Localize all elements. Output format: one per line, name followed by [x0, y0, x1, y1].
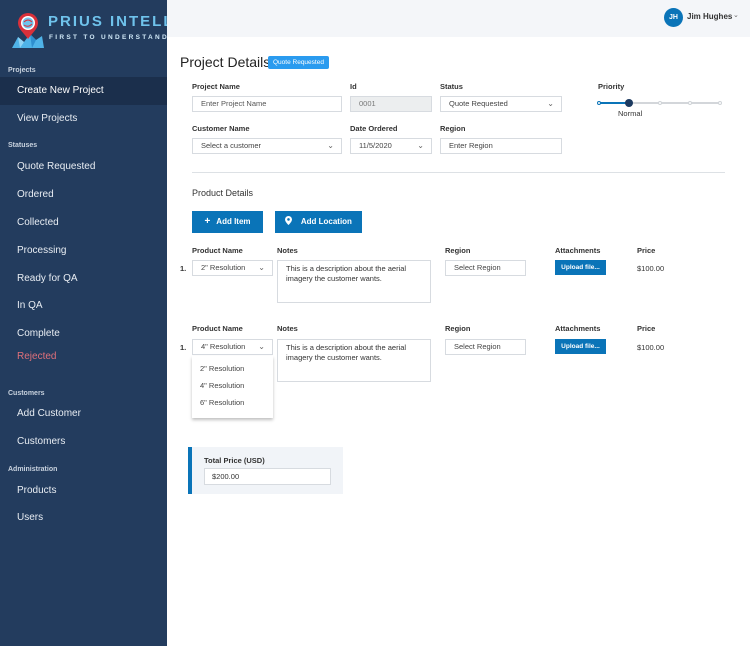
total-price-field: $200.00	[204, 468, 331, 485]
item-number: 1.	[180, 264, 187, 273]
section-label-projects: Projects	[8, 67, 36, 74]
col-notes: Notes	[277, 324, 298, 333]
chevron-down-icon: ⌄	[258, 263, 265, 272]
dropdown-option[interactable]: 4" Resolution	[200, 381, 244, 390]
product-details-heading: Product Details	[192, 188, 254, 198]
item-price: $100.00	[637, 343, 665, 352]
upload-file-button[interactable]: Upload file...	[555, 260, 606, 275]
sidebar-item-ready-for-qa[interactable]: Ready for QA	[0, 265, 167, 293]
section-label-administration: Administration	[8, 466, 58, 473]
region-label: Region	[440, 124, 466, 133]
brand-logo[interactable]: PRIUS INTELLI FIRST TO UNDERSTAND	[10, 10, 179, 50]
sidebar-item-rejected[interactable]: Rejected	[0, 343, 167, 371]
priority-value: Normal	[618, 109, 643, 118]
sidebar-item-quote-requested[interactable]: Quote Requested	[0, 153, 167, 181]
chevron-down-icon[interactable]: ⌄	[733, 11, 739, 19]
customer-name-label: Customer Name	[192, 124, 250, 133]
product-select-value: 2" Resolution	[201, 263, 246, 272]
add-location-button[interactable]: Add Location	[275, 211, 362, 233]
col-product-name: Product Name	[192, 324, 243, 333]
sidebar-item-view-projects[interactable]: View Projects	[0, 105, 167, 133]
date-ordered-value: 11/5/2020	[359, 141, 392, 150]
notes-textarea[interactable]: This is a description about the aerial i…	[277, 339, 431, 382]
item-number: 1.	[180, 343, 187, 352]
col-notes: Notes	[277, 246, 298, 255]
id-label: Id	[350, 82, 357, 91]
sidebar-item-collected[interactable]: Collected	[0, 209, 167, 237]
divider	[192, 172, 725, 173]
region-select[interactable]: Select Region	[445, 260, 526, 276]
total-price-label: Total Price (USD)	[204, 456, 265, 465]
add-item-button[interactable]: + Add Item	[192, 211, 263, 233]
col-price: Price	[637, 324, 656, 333]
chevron-down-icon: ⌄	[327, 141, 334, 150]
dropdown-option[interactable]: 2" Resolution	[200, 364, 244, 373]
add-location-label: Add Location	[300, 217, 352, 226]
customer-select[interactable]: Select a customer ⌄	[192, 138, 342, 154]
chevron-down-icon: ⌄	[547, 99, 554, 108]
col-product-name: Product Name	[192, 246, 243, 255]
sidebar-item-in-qa[interactable]: In QA	[0, 292, 167, 320]
top-bar: JH Jim Hughes ⌄	[167, 0, 750, 37]
id-field: 0001	[350, 96, 432, 112]
date-ordered-picker[interactable]: 11/5/2020 ⌄	[350, 138, 432, 154]
priority-label: Priority	[598, 82, 625, 91]
upload-file-button[interactable]: Upload file...	[555, 339, 606, 354]
item-price: $100.00	[637, 264, 665, 273]
col-attachments: Attachments	[555, 246, 601, 255]
slider-thumb[interactable]	[625, 99, 634, 107]
brand-title: PRIUS INTELLI	[48, 13, 181, 30]
sidebar-item-create-new-project[interactable]: Create New Project	[0, 77, 167, 105]
product-select-value: 4" Resolution	[201, 342, 246, 351]
status-select-value: Quote Requested	[449, 99, 508, 108]
project-name-label: Project Name	[192, 82, 240, 91]
brand-tagline: FIRST TO UNDERSTAND	[49, 34, 170, 41]
notes-textarea[interactable]: This is a description about the aerial i…	[277, 260, 431, 303]
sidebar-item-customers[interactable]: Customers	[0, 428, 167, 456]
col-price: Price	[637, 246, 656, 255]
add-item-label: Add Item	[216, 217, 251, 226]
product-select[interactable]: 4" Resolution ⌄	[192, 339, 273, 355]
sidebar-item-users[interactable]: Users	[0, 504, 167, 532]
customer-select-placeholder: Select a customer	[201, 141, 262, 150]
map-pin-icon	[285, 216, 295, 227]
product-select[interactable]: 2" Resolution ⌄	[192, 260, 273, 276]
user-name[interactable]: Jim Hughes	[687, 12, 732, 21]
chevron-down-icon: ⌄	[417, 141, 424, 150]
slider-stop[interactable]	[718, 101, 722, 105]
slider-stop[interactable]	[657, 101, 662, 105]
chevron-down-icon: ⌄	[258, 342, 265, 351]
date-ordered-label: Date Ordered	[350, 124, 398, 133]
sidebar-item-ordered[interactable]: Ordered	[0, 181, 167, 209]
sidebar: PRIUS INTELLI FIRST TO UNDERSTAND Projec…	[0, 0, 179, 646]
status-select[interactable]: Quote Requested ⌄	[440, 96, 562, 112]
product-dropdown-menu: 2" Resolution 4" Resolution 6" Resolutio…	[192, 356, 273, 418]
priority-slider[interactable]	[597, 99, 722, 107]
slider-stop[interactable]	[597, 101, 601, 105]
col-region: Region	[445, 246, 471, 255]
status-label: Status	[440, 82, 463, 91]
project-name-input[interactable]: Enter Project Name	[192, 96, 342, 112]
slider-stop[interactable]	[687, 101, 692, 105]
dropdown-option[interactable]: 6" Resolution	[200, 398, 244, 407]
sidebar-item-products[interactable]: Products	[0, 477, 167, 505]
total-price-panel: Total Price (USD) $200.00	[188, 447, 343, 494]
page-title: Project Details	[180, 54, 271, 70]
col-attachments: Attachments	[555, 324, 601, 333]
section-label-statuses: Statuses	[8, 142, 38, 149]
avatar[interactable]: JH	[664, 8, 683, 27]
region-input[interactable]: Enter Region	[440, 138, 562, 154]
section-label-customers: Customers	[8, 390, 45, 397]
region-select[interactable]: Select Region	[445, 339, 526, 355]
plus-icon: +	[204, 216, 211, 227]
sidebar-item-add-customer[interactable]: Add Customer	[0, 400, 167, 428]
col-region: Region	[445, 324, 471, 333]
logo-pin-icon	[12, 13, 44, 48]
status-badge: Quote Requested	[268, 56, 329, 69]
sidebar-item-processing[interactable]: Processing	[0, 237, 167, 265]
